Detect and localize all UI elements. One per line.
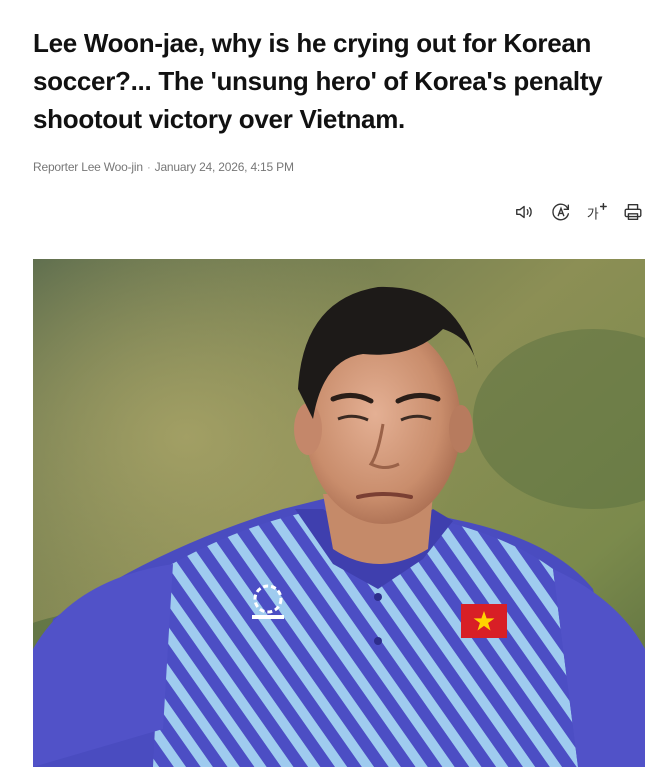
headline: Lee Woon-jae, why is he crying out for K… (33, 28, 603, 134)
publish-date: January 24, 2026, 4:15 PM (154, 160, 294, 174)
photo-illustration (33, 259, 645, 767)
translate-button[interactable] (549, 200, 573, 224)
article-photo (33, 259, 645, 767)
auto-translate-icon (552, 203, 570, 221)
speaker-icon (516, 205, 532, 219)
byline: Reporter Lee Woo-jin · January 24, 2026,… (33, 160, 645, 174)
reporter-name: Reporter Lee Woo-jin (33, 160, 143, 174)
vietnam-flag (461, 604, 507, 638)
font-size-icon: 가 (587, 203, 607, 222)
article-toolbar: 가 (513, 200, 645, 224)
print-icon (624, 203, 642, 221)
listen-button[interactable] (513, 200, 537, 224)
byline-separator: · (146, 160, 151, 174)
article: Lee Woon-jae, why is he crying out for K… (33, 0, 645, 767)
print-button[interactable] (621, 200, 645, 224)
font-size-glyph: 가 (587, 207, 599, 222)
font-size-button[interactable]: 가 (585, 200, 609, 224)
